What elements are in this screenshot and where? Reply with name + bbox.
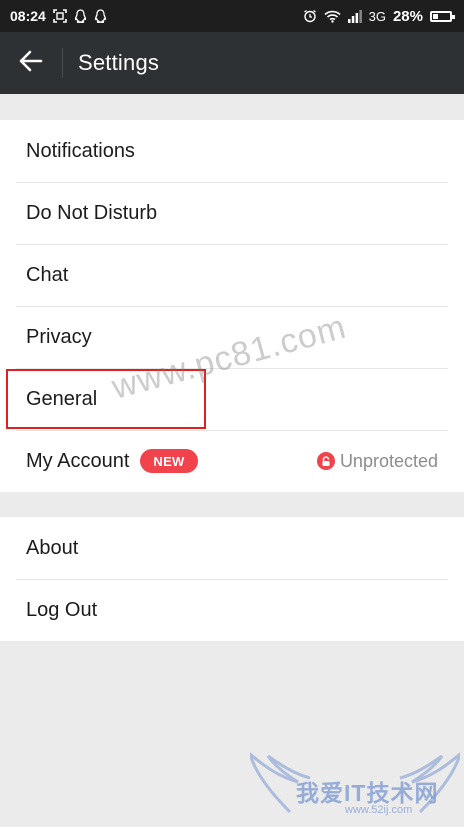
- screenshot-icon: [53, 9, 67, 23]
- settings-item-my-account[interactable]: My Account NEW Unprotected: [0, 430, 464, 492]
- settings-section-other: About Log Out: [0, 517, 464, 641]
- account-status: Unprotected: [316, 450, 438, 472]
- settings-section-main: Notifications Do Not Disturb Chat Privac…: [0, 120, 464, 492]
- signal-icon: [347, 9, 362, 23]
- settings-item-general[interactable]: General: [0, 368, 464, 430]
- status-bar: 08:24 3G 28%: [0, 0, 464, 32]
- settings-item-label: Chat: [26, 263, 69, 286]
- settings-item-about[interactable]: About: [0, 517, 464, 579]
- settings-item-label: My Account: [26, 449, 130, 472]
- settings-item-privacy[interactable]: Privacy: [0, 306, 464, 368]
- lock-icon: [316, 452, 335, 470]
- settings-item-label: About: [26, 536, 79, 559]
- settings-item-label: Notifications: [26, 139, 135, 162]
- alarm-icon: [303, 9, 317, 23]
- settings-item-chat[interactable]: Chat: [0, 244, 464, 306]
- settings-item-label: Privacy: [26, 325, 92, 348]
- account-status-text: Unprotected: [339, 450, 438, 471]
- back-button[interactable]: [0, 32, 62, 94]
- page-title: Settings: [78, 50, 160, 75]
- toolbar: Settings: [0, 32, 464, 94]
- wifi-icon: [324, 10, 341, 23]
- watermark-logo: 我爱IT技术网 www.52ij.com: [247, 749, 463, 822]
- settings-item-do-not-disturb[interactable]: Do Not Disturb: [0, 182, 464, 244]
- status-time: 08:24: [10, 8, 46, 24]
- qq-icon: [74, 9, 87, 23]
- watermark-logo-url: www.52ij.com: [345, 804, 413, 816]
- settings-item-notifications[interactable]: Notifications: [0, 120, 464, 182]
- arrow-left-icon: [19, 50, 43, 77]
- watermark-logo-text: 我爱IT技术网: [296, 780, 439, 806]
- settings-item-log-out[interactable]: Log Out: [0, 579, 464, 641]
- settings-item-label: General: [26, 387, 98, 410]
- wings-icon: [247, 749, 463, 814]
- qq-icon: [94, 9, 107, 23]
- network-type: 3G: [368, 8, 386, 24]
- new-badge: NEW: [140, 449, 198, 473]
- toolbar-divider: [62, 48, 63, 78]
- battery-percent: 28%: [392, 7, 423, 25]
- battery-icon: [430, 10, 455, 22]
- settings-item-label: Do Not Disturb: [26, 201, 158, 224]
- settings-item-label: Log Out: [26, 598, 98, 621]
